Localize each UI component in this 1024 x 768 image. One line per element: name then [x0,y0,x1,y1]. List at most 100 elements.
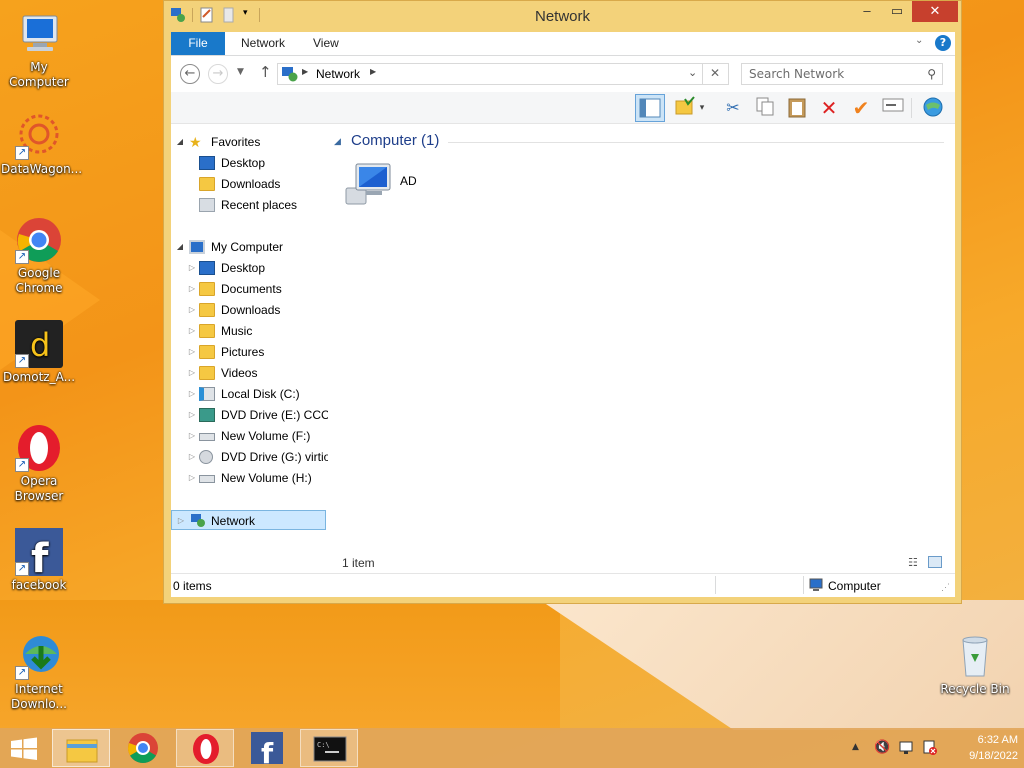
computer-item-ad[interactable]: AD [344,162,464,208]
breadcrumb[interactable]: Network [316,67,360,81]
downloads-folder-icon [199,177,215,191]
options-dropdown-icon[interactable]: ▾ [697,96,707,120]
nav-new-volume-h[interactable]: ▷ New Volume (H:) [171,468,328,488]
music-folder-icon [199,324,215,338]
network-icon [190,513,206,527]
clear-icon[interactable]: ✕ [710,66,720,80]
tab-network[interactable]: Network [241,32,285,55]
address-bar[interactable]: ▶ Network ▶ ⌄ ✕ [277,63,729,85]
taskbar-file-explorer[interactable] [52,729,110,767]
desktop-icon-opera-browser[interactable]: ↗ Opera Browser [1,424,77,504]
expand-arrow-icon[interactable]: ▷ [187,405,197,425]
search-icon[interactable]: ⚲ [927,64,936,84]
command-prompt-icon: C:\ [313,736,347,762]
taskbar-opera[interactable] [176,729,234,767]
recycle-bin-icon [951,632,999,680]
group-collapse-icon[interactable]: ◢ [334,137,341,147]
nav-dvd-drive-e[interactable]: ▷ DVD Drive (E:) CCCC [171,405,328,425]
desktop-icon-recycle-bin[interactable]: Recycle Bin [937,632,1013,697]
desktop-icon-domotz[interactable]: d ↗ Domotz_A... [1,320,77,385]
address-dropdown-icon[interactable]: ⌄ [688,66,697,79]
navigation-pane: ◢ ★ Favorites Desktop Downloads Recent p… [171,124,328,573]
details-view-icon[interactable]: ☷ [908,556,918,569]
show-hidden-icons-button[interactable]: ▲ [852,742,859,752]
nav-favorites-downloads[interactable]: Downloads [171,174,328,194]
ribbon-expand-icon[interactable]: ⌄ [915,35,923,46]
expand-arrow-icon[interactable]: ▷ [187,447,197,467]
large-icons-view-icon[interactable] [928,556,942,568]
expand-arrow-icon[interactable]: ▷ [187,426,197,446]
expand-arrow-icon[interactable]: ▷ [187,321,197,341]
expand-arrow-icon[interactable]: ▷ [187,258,197,278]
up-button[interactable]: ↑ [259,63,272,81]
expand-arrow-icon[interactable]: ▷ [187,468,197,488]
forward-button[interactable]: → [208,64,228,84]
close-button[interactable]: ✕ [912,1,958,22]
drive-icon [199,475,215,483]
tab-file[interactable]: File [171,32,225,55]
resize-grip-icon[interactable]: ⋰ [941,582,950,593]
expand-arrow-icon[interactable]: ▷ [187,363,197,383]
preview-pane-button[interactable] [635,94,665,122]
maximize-button[interactable]: ▭ [882,1,912,22]
nav-computer-desktop[interactable]: ▷ Desktop [171,258,328,278]
title-bar[interactable]: ▾ Network – ▭ ✕ [164,1,961,31]
desktop-icon-internet-download[interactable]: ↗ Internet Downlo... [1,632,77,712]
minimize-button[interactable]: – [852,1,882,22]
help-icon[interactable]: ? [935,35,951,51]
nav-dvd-drive-g[interactable]: ▷ DVD Drive (G:) virtio [171,447,328,467]
action-center-icon[interactable] [922,740,938,759]
breadcrumb-chevron-icon[interactable]: ▶ [370,67,376,76]
tab-view[interactable]: View [313,32,339,55]
desktop-icon-facebook[interactable]: f ↗ facebook [1,528,77,593]
nav-favorites[interactable]: ◢ ★ Favorites [171,132,328,152]
collapse-arrow-icon[interactable]: ◢ [175,132,185,152]
nav-my-computer[interactable]: ◢ My Computer [171,237,328,257]
nav-local-disk-c[interactable]: ▷ Local Disk (C:) [171,384,328,404]
search-input[interactable]: Search Network ⚲ [741,63,943,85]
group-header[interactable]: Computer (1) [351,132,439,149]
desktop-icon-my-computer[interactable]: My Computer [1,10,77,90]
nav-computer-pictures[interactable]: ▷ Pictures [171,342,328,362]
nav-favorites-recent-places[interactable]: Recent places [171,195,328,215]
taskbar-facebook[interactable]: f [238,729,296,768]
nav-new-volume-f[interactable]: ▷ New Volume (F:) [171,426,328,446]
address-row: ← → ▼ ↑ ▶ Network ▶ ⌄ ✕ Search Network ⚲ [171,56,955,92]
nav-computer-documents[interactable]: ▷ Documents [171,279,328,299]
desktop-icon-label: Recycle Bin [940,682,1010,696]
expand-arrow-icon[interactable]: ▷ [176,511,186,529]
taskbar-command-prompt[interactable]: C:\ [300,729,358,767]
copy-icon[interactable] [753,96,777,120]
nav-computer-music[interactable]: ▷ Music [171,321,328,341]
expand-arrow-icon[interactable]: ▷ [187,300,197,320]
desktop-icon-datawagon[interactable]: ↗ DataWagon... [1,112,82,177]
svg-text:d: d [30,326,50,364]
folder-options-icon[interactable] [673,96,697,120]
recent-locations-icon[interactable]: ▼ [237,67,244,77]
clock-date: 9/18/2022 [969,750,1018,762]
clock[interactable]: 6:32 AM 9/18/2022 [944,732,1018,764]
back-button[interactable]: ← [180,64,200,84]
nav-computer-videos[interactable]: ▷ Videos [171,363,328,383]
nav-favorites-desktop[interactable]: Desktop [171,153,328,173]
nav-computer-downloads[interactable]: ▷ Downloads [171,300,328,320]
breadcrumb-chevron-icon[interactable]: ▶ [302,67,308,76]
facebook-icon: f [251,732,283,768]
taskbar-chrome[interactable] [114,729,172,767]
expand-arrow-icon[interactable]: ▷ [187,384,197,404]
start-button[interactable] [0,729,48,767]
shortcut-arrow-icon: ↗ [15,354,29,368]
paste-icon[interactable] [785,96,809,120]
network-status-icon[interactable] [898,740,914,759]
collapse-arrow-icon[interactable]: ◢ [175,237,185,257]
expand-arrow-icon[interactable]: ▷ [187,342,197,362]
globe-icon[interactable] [921,96,945,120]
cut-icon[interactable]: ✂ [721,96,745,120]
expand-arrow-icon[interactable]: ▷ [187,279,197,299]
volume-muted-icon[interactable]: 🔇 [874,740,890,755]
checkmark-icon[interactable]: ✔ [849,96,873,120]
desktop-icon-google-chrome[interactable]: ↗ Google Chrome [1,216,77,296]
rename-icon[interactable] [881,96,905,120]
nav-network[interactable]: ▷ Network [171,510,326,530]
delete-icon[interactable]: ✕ [817,96,841,120]
